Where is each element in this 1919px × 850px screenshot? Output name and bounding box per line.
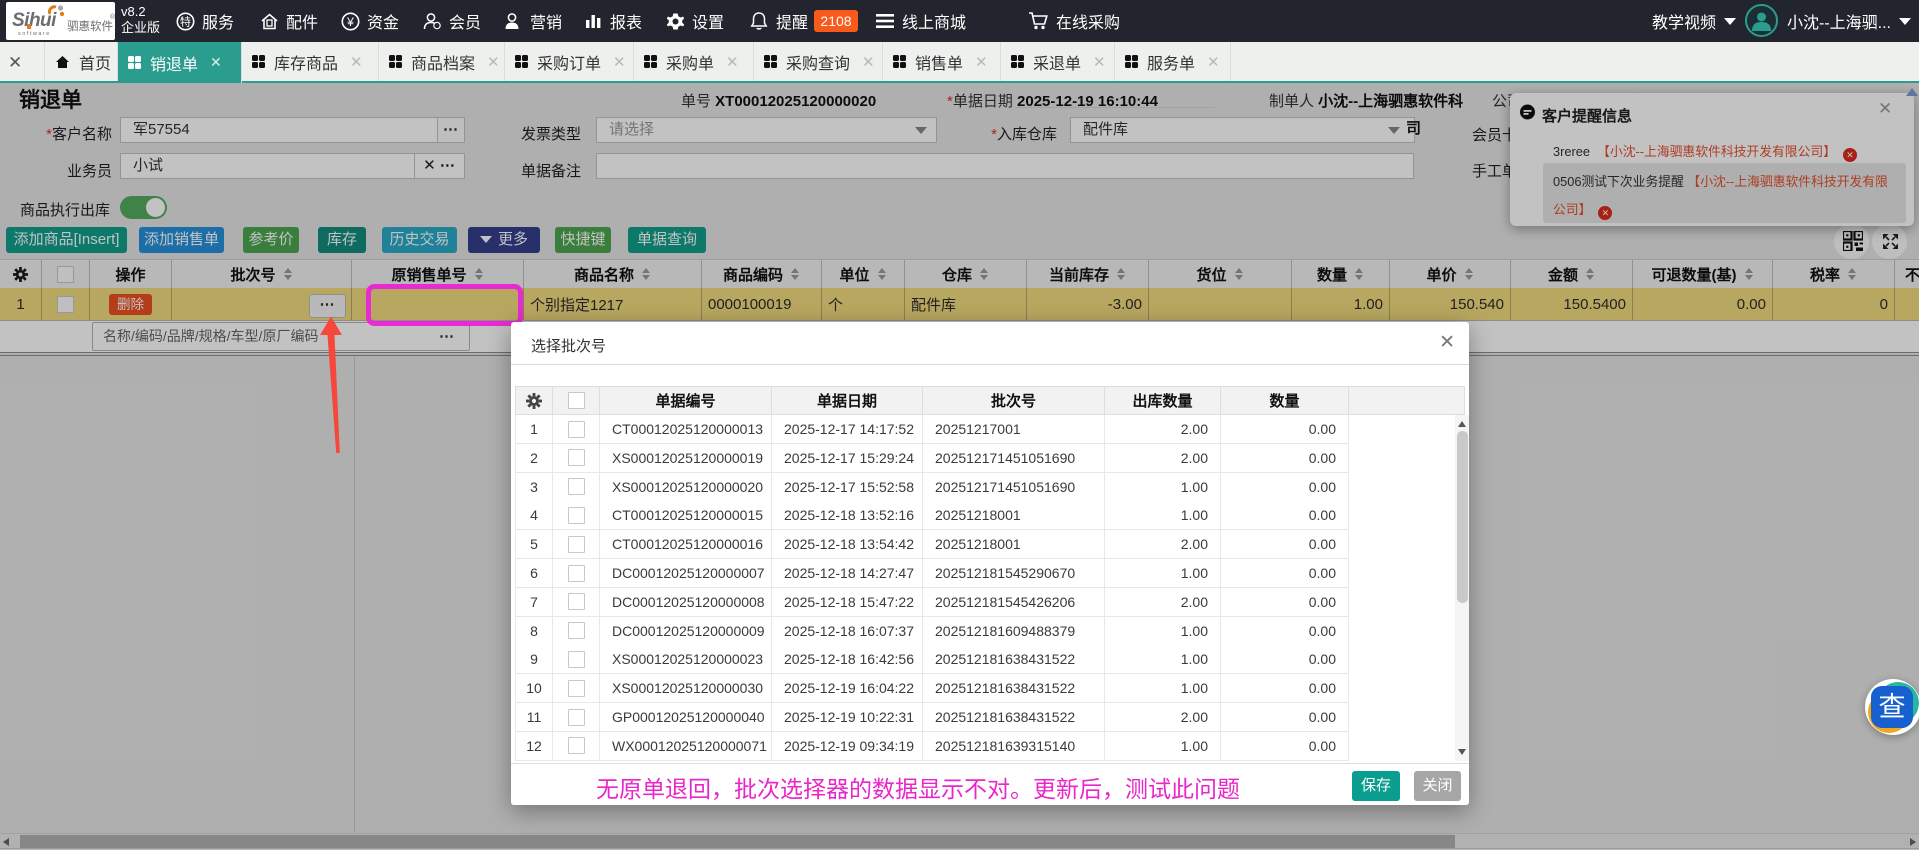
svg-text:特: 特 xyxy=(180,14,191,28)
svg-text:¥: ¥ xyxy=(346,14,354,28)
